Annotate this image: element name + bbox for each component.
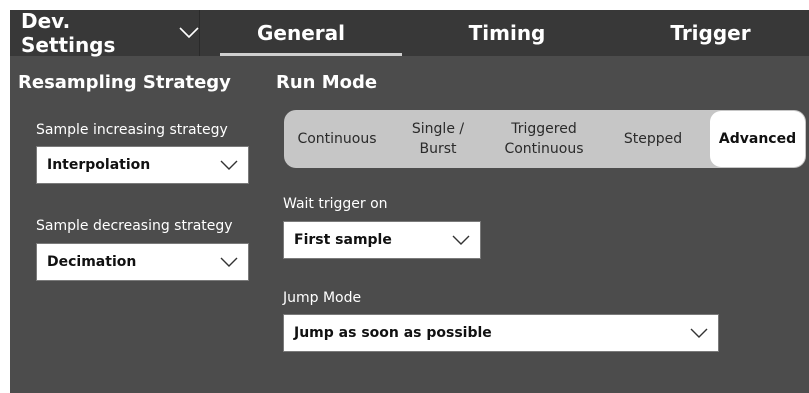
run-mode-advanced[interactable]: Advanced — [710, 111, 805, 167]
dev-settings-dropdown[interactable]: Dev. Settings — [10, 9, 199, 57]
dev-settings-panel: Dev. Settings General Timing Trigger Res… — [10, 9, 809, 393]
tab-trigger-label: Trigger — [670, 21, 751, 45]
run-mode-stepped[interactable]: Stepped — [602, 110, 704, 168]
jump-mode-select[interactable]: Jump as soon as possible — [283, 314, 719, 352]
tab-general[interactable]: General — [200, 10, 402, 56]
wait-trigger-label: Wait trigger on — [283, 196, 388, 212]
resampling-strategy-title: Resampling Strategy — [18, 72, 231, 93]
tab-timing-label: Timing — [468, 21, 546, 45]
sample-increasing-label: Sample increasing strategy — [36, 122, 228, 138]
jump-mode-value: Jump as soon as possible — [294, 325, 492, 341]
run-mode-option-label: Triggered Continuous — [504, 121, 584, 157]
run-mode-single-burst[interactable]: Single / Burst — [390, 110, 486, 168]
tab-trigger[interactable]: Trigger — [612, 10, 809, 56]
sample-decreasing-value: Decimation — [47, 254, 137, 270]
tab-bar: Dev. Settings General Timing Trigger — [10, 9, 809, 57]
run-mode-option-label: Advanced — [718, 131, 797, 147]
chevron-down-icon — [452, 235, 470, 245]
wait-trigger-select[interactable]: First sample — [283, 221, 481, 259]
dev-settings-label: Dev. Settings — [21, 9, 116, 57]
sample-decreasing-select[interactable]: Decimation — [36, 243, 249, 281]
run-mode-triggered-continuous[interactable]: Triggered Continuous — [486, 110, 602, 168]
chevron-down-icon — [220, 257, 238, 267]
tab-selected-indicator — [220, 53, 402, 56]
tab-general-label: General — [257, 21, 345, 45]
sample-decreasing-label: Sample decreasing strategy — [36, 218, 233, 234]
run-mode-title: Run Mode — [276, 72, 378, 93]
run-mode-segmented-control: Continuous Single / Burst Triggered Cont… — [284, 110, 806, 168]
run-mode-option-label: Stepped — [623, 131, 683, 147]
wait-trigger-value: First sample — [294, 232, 392, 248]
sample-increasing-select[interactable]: Interpolation — [36, 146, 249, 184]
run-mode-continuous[interactable]: Continuous — [284, 110, 390, 168]
chevron-down-icon — [220, 160, 238, 170]
chevron-down-icon — [690, 328, 708, 338]
chevron-down-icon — [179, 27, 199, 39]
run-mode-option-label: Single / Burst — [411, 121, 465, 157]
sample-increasing-value: Interpolation — [47, 157, 151, 173]
jump-mode-label: Jump Mode — [283, 290, 362, 306]
tab-timing[interactable]: Timing — [402, 10, 612, 56]
run-mode-option-label: Continuous — [297, 131, 377, 147]
